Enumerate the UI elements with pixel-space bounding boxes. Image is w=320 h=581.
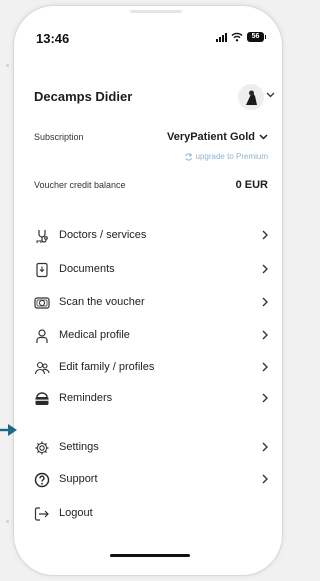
menu-item-family-profiles[interactable]: Edit family / profiles — [14, 356, 282, 380]
user-icon — [36, 329, 48, 343]
reminder-box-icon — [35, 392, 49, 405]
menu-label: Logout — [59, 507, 93, 519]
menu-item-scan-voucher[interactable]: Scan the voucher — [14, 291, 282, 315]
menu-item-reminders[interactable]: Reminders — [14, 387, 282, 411]
signal-icon — [216, 32, 227, 42]
user-name: Decamps Didier — [34, 89, 133, 104]
menu-item-documents[interactable]: Documents — [14, 258, 282, 282]
refresh-icon — [184, 152, 192, 161]
chevron-right-icon — [262, 264, 268, 274]
menu-label: Scan the voucher — [59, 296, 145, 308]
chevron-down-icon — [259, 134, 268, 140]
voucher-label: Voucher credit balance — [34, 180, 126, 190]
chevron-right-icon — [262, 230, 268, 240]
menu-label: Support — [59, 473, 98, 485]
scan-icon — [34, 297, 50, 309]
upgrade-link-label: upgrade to Premium — [195, 152, 268, 161]
pointer-arrow-icon — [0, 424, 17, 436]
home-indicator[interactable] — [110, 554, 190, 557]
avatar[interactable] — [238, 84, 264, 110]
subscription-selector[interactable]: VeryPatient Gold — [167, 131, 268, 143]
menu-label: Reminders — [59, 392, 113, 404]
menu-label: Edit family / profiles — [59, 361, 155, 373]
status-icons: 56 — [216, 31, 266, 43]
voucher-value: 0 EUR — [235, 179, 268, 191]
menu-item-support[interactable]: Support — [14, 468, 282, 492]
menu-label: Medical profile — [59, 329, 130, 341]
menu-label: Doctors / services — [59, 229, 147, 241]
battery-icon: 56 — [247, 32, 266, 42]
subscription-value: VeryPatient Gold — [166, 131, 255, 143]
status-time: 13:46 — [36, 31, 70, 46]
status-bar: 13:46 56 — [14, 6, 282, 50]
chevron-right-icon — [262, 393, 268, 403]
chevron-right-icon — [262, 474, 268, 484]
gear-icon — [35, 441, 49, 455]
help-icon — [34, 472, 50, 488]
menu-item-medical-profile[interactable]: Medical profile — [14, 324, 282, 348]
edge-dot — [6, 64, 9, 67]
subscription-label: Subscription — [34, 132, 84, 142]
chevron-right-icon — [262, 442, 268, 452]
chevron-right-icon — [262, 362, 268, 372]
wifi-icon — [231, 32, 243, 42]
phone-frame: 13:46 56 Decamps Didier Subscription Ver… — [14, 6, 282, 575]
menu-item-doctors[interactable]: Doctors / services — [14, 224, 282, 248]
menu-label: Documents — [59, 263, 115, 275]
menu-item-logout[interactable]: Logout — [14, 502, 282, 526]
menu-item-settings[interactable]: Settings — [14, 436, 282, 460]
upgrade-link[interactable]: upgrade to Premium — [184, 152, 268, 161]
menu-label: Settings — [59, 441, 99, 453]
logout-icon — [34, 507, 49, 521]
chevron-down-icon[interactable] — [266, 92, 275, 98]
document-icon — [36, 262, 48, 278]
doctor-icon — [36, 230, 48, 243]
chevron-right-icon — [262, 297, 268, 307]
chevron-right-icon — [262, 330, 268, 340]
family-icon — [34, 361, 50, 375]
edge-dot — [6, 520, 9, 523]
